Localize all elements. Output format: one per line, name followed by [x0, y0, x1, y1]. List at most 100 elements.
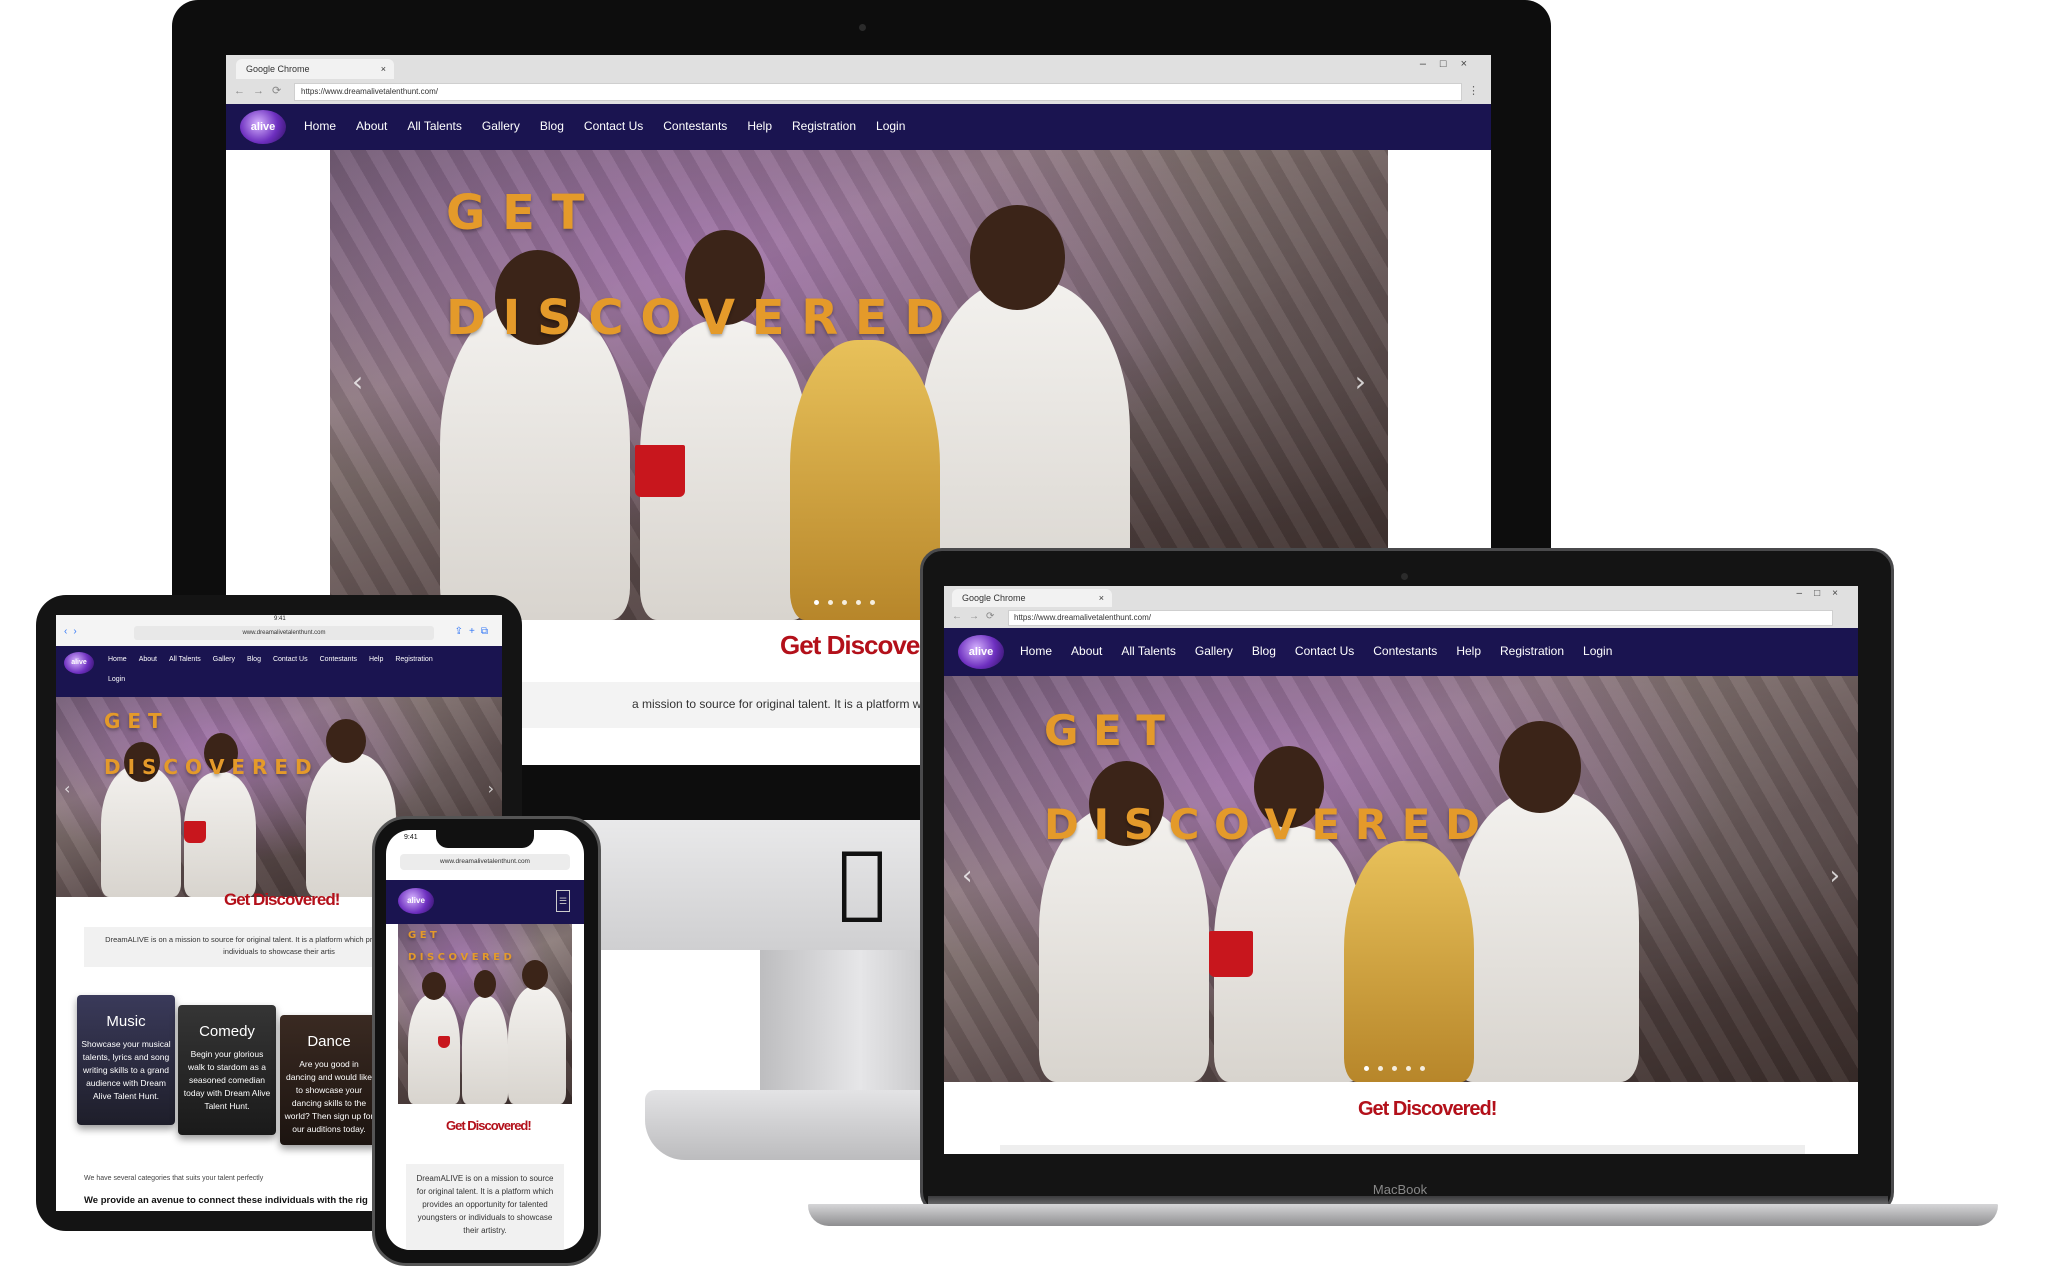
nav-gallery[interactable]: Gallery — [213, 656, 235, 663]
nav-all-talents[interactable]: All Talents — [1121, 644, 1175, 658]
nav-registration[interactable]: Registration — [395, 656, 432, 663]
hero-title-get: G E T — [408, 930, 437, 941]
phone-screen: 9:41 www.dreamalivetalenthunt.com alive … — [386, 830, 584, 1250]
phone-notch — [436, 830, 534, 848]
tab-close-icon[interactable]: × — [381, 59, 386, 79]
card-title: Dance — [307, 1033, 351, 1050]
card-desc: Showcase your musical talents, lyrics an… — [81, 1039, 171, 1101]
hero-title-discovered: D I S C O V E R E D — [446, 290, 945, 346]
section-heading: Get Discovered! — [1358, 1098, 1497, 1120]
tab-close-icon[interactable]: × — [1099, 589, 1104, 607]
nav-home[interactable]: Home — [108, 656, 127, 663]
mission-box — [1000, 1145, 1805, 1154]
status-time: 9:41 — [404, 834, 418, 841]
laptop-brand-label: MacBook — [1372, 1182, 1428, 1197]
site-logo[interactable]: alive — [958, 635, 1004, 669]
site-navbar: alive ☰ — [386, 880, 584, 924]
laptop-camera — [1401, 573, 1408, 580]
nav-about[interactable]: About — [139, 656, 157, 663]
nav-login[interactable]: Login — [1583, 644, 1612, 658]
nav-arrows-icon[interactable]: ←→⟳ — [234, 84, 289, 97]
browser-tab[interactable]: Google Chrome × — [236, 59, 394, 79]
carousel-indicators[interactable] — [814, 600, 875, 605]
category-card-dance[interactable]: Dance Are you good in dancing and would … — [280, 1015, 378, 1145]
carousel-prev-icon[interactable]: ‹ — [352, 365, 363, 398]
carousel-next-icon[interactable]: › — [488, 779, 494, 798]
nav-gallery[interactable]: Gallery — [482, 119, 520, 133]
hero-title-get: G E T — [446, 185, 585, 241]
address-bar[interactable]: www.dreamalivetalenthunt.com — [400, 854, 570, 870]
site-logo[interactable]: alive — [398, 888, 434, 914]
carousel-prev-icon[interactable]: ‹ — [64, 779, 70, 798]
nav-blog[interactable]: Blog — [540, 119, 564, 133]
nav-menu: Home About All Talents Gallery Blog Cont… — [1020, 644, 1612, 658]
nav-help[interactable]: Help — [369, 656, 383, 663]
browser-chrome: Google Chrome × –□× ←→⟳ https://www.drea… — [226, 55, 1491, 104]
tab-title: Google Chrome — [962, 593, 1026, 603]
nav-gallery[interactable]: Gallery — [1195, 644, 1233, 658]
category-card-music[interactable]: Music Showcase your musical talents, lyr… — [77, 995, 175, 1125]
laptop-base — [808, 1204, 1998, 1226]
nav-contact[interactable]: Contact Us — [584, 119, 643, 133]
site-logo[interactable]: alive — [64, 652, 94, 674]
hamburger-menu-icon[interactable]: ☰ — [556, 890, 570, 912]
nav-home[interactable]: Home — [1020, 644, 1052, 658]
imac-camera — [859, 24, 866, 31]
nav-contestants[interactable]: Contestants — [663, 119, 727, 133]
card-title: Comedy — [199, 1023, 255, 1040]
browser-chrome: Google Chrome × –□× ←→⟳ https://www.drea… — [944, 586, 1858, 628]
nav-arrows-icon[interactable]: ‹› — [64, 626, 83, 637]
carousel-prev-icon[interactable]: ‹ — [962, 861, 972, 891]
section-heading: Get Discovered! — [446, 1118, 532, 1133]
share-icon[interactable]: ⇪+⧉ — [455, 626, 494, 637]
nav-registration[interactable]: Registration — [1500, 644, 1564, 658]
address-bar[interactable]: www.dreamalivetalenthunt.com — [134, 626, 434, 640]
menu-dots-icon[interactable]: ⋮ — [1468, 84, 1479, 97]
laptop-screen: Google Chrome × –□× ←→⟳ https://www.drea… — [944, 586, 1858, 1154]
card-desc: Begin your glorious walk to stardom as a… — [183, 1049, 271, 1111]
nav-blog[interactable]: Blog — [247, 656, 261, 663]
hero-title-discovered: D I S C O V E R E D — [1044, 800, 1480, 849]
carousel-next-icon[interactable]: › — [1355, 365, 1366, 398]
nav-menu: Home About All Talents Gallery Blog Cont… — [108, 656, 433, 663]
nav-arrows-icon[interactable]: ←→⟳ — [952, 611, 1001, 622]
mission-box: DreamALIVE is on a mission to source for… — [406, 1164, 564, 1250]
nav-contact[interactable]: Contact Us — [1295, 644, 1354, 658]
mission-text: DreamALIVE is on a mission to source for… — [416, 1174, 554, 1235]
tab-title: Google Chrome — [246, 64, 310, 74]
nav-login[interactable]: Login — [876, 119, 905, 133]
nav-about[interactable]: About — [1071, 644, 1102, 658]
nav-menu: Home About All Talents Gallery Blog Cont… — [304, 119, 905, 133]
hero-carousel: G E T D I S C O V E R E D ‹ › — [944, 676, 1858, 1082]
hero-title-get: G E T — [1044, 706, 1166, 755]
category-card-comedy[interactable]: Comedy Begin your glorious walk to stard… — [178, 1005, 276, 1135]
carousel-indicators[interactable] — [1364, 1066, 1425, 1071]
nav-registration[interactable]: Registration — [792, 119, 856, 133]
nav-home[interactable]: Home — [304, 119, 336, 133]
nav-login[interactable]: Login — [108, 676, 125, 683]
nav-help[interactable]: Help — [747, 119, 772, 133]
browser-tab[interactable]: Google Chrome × — [952, 589, 1112, 607]
nav-all-talents[interactable]: All Talents — [169, 656, 201, 663]
hero-title-discovered: D I S C O V E R E D — [104, 755, 312, 779]
site-logo[interactable]: alive — [240, 110, 286, 144]
nav-help[interactable]: Help — [1456, 644, 1481, 658]
avenue-text: We provide an avenue to connect these in… — [84, 1195, 368, 1206]
site-navbar: alive Home About All Talents Gallery Blo… — [944, 628, 1858, 676]
section-heading: Get Discovere — [780, 630, 943, 660]
address-bar[interactable]: https://www.dreamalivetalenthunt.com/ — [294, 83, 1462, 101]
hero-title-get: G E T — [104, 709, 162, 733]
nav-about[interactable]: About — [356, 119, 387, 133]
categories-intro: We have several categories that suits yo… — [84, 1175, 264, 1182]
window-controls[interactable]: –□× — [1797, 588, 1850, 599]
nav-contestants[interactable]: Contestants — [1373, 644, 1437, 658]
carousel-next-icon[interactable]: › — [1830, 861, 1840, 891]
address-bar[interactable]: https://www.dreamalivetalenthunt.com/ — [1008, 610, 1833, 626]
nav-all-talents[interactable]: All Talents — [407, 119, 461, 133]
nav-contestants[interactable]: Contestants — [320, 656, 357, 663]
window-controls[interactable]: –□× — [1420, 58, 1481, 70]
nav-blog[interactable]: Blog — [1252, 644, 1276, 658]
status-time: 9:41 — [274, 616, 286, 622]
nav-contact[interactable]: Contact Us — [273, 656, 308, 663]
card-desc: Are you good in dancing and would like t… — [284, 1059, 374, 1134]
